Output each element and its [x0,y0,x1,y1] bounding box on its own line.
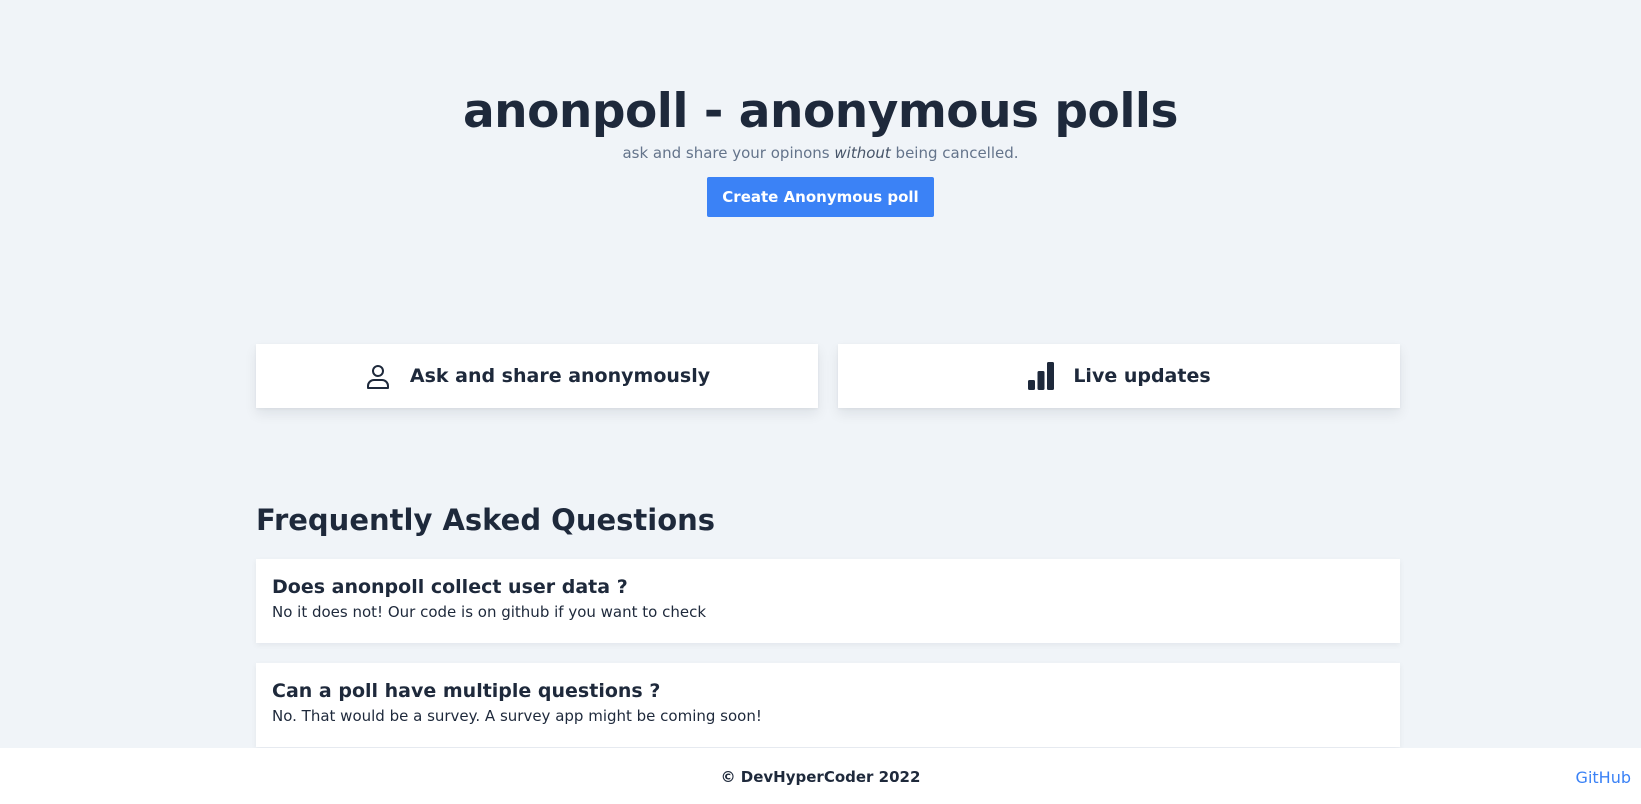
features-section: Ask and share anonymously Live updates [256,344,1400,408]
feature-card-live-updates: Live updates [838,344,1400,408]
subtitle-text-after: being cancelled. [890,144,1019,163]
subtitle-emphasis: without [834,144,891,163]
user-icon [364,362,392,390]
subtitle-text-before: ask and share your opinons [622,144,835,163]
faq-question: Does anonpoll collect user data ? [272,575,628,598]
feature-label-live-updates: Live updates [1073,365,1211,387]
bar-chart-icon [1027,362,1055,390]
faq-section: Frequently Asked Questions Does anonpoll… [256,503,1400,747]
hero-section: anonpoll - anonymous polls ask and share… [0,84,1641,217]
github-link[interactable]: GitHub [1576,768,1631,787]
faq-answer: No. That would be a survey. A survey app… [272,706,762,725]
page-subtitle: ask and share your opinons without being… [0,144,1641,164]
faq-item: Does anonpoll collect user data ? No it … [256,558,1400,643]
page-title: anonpoll - anonymous polls [462,84,1179,139]
feature-label-anonymous: Ask and share anonymously [409,365,711,387]
faq-list: Does anonpoll collect user data ? No it … [256,558,1400,747]
footer: © DevHyperCoder 2022 GitHub [0,748,1641,804]
faq-answer: No it does not! Our code is on github if… [272,602,707,621]
faq-heading: Frequently Asked Questions [256,503,716,537]
faq-question: Can a poll have multiple questions ? [272,679,661,702]
page: anonpoll - anonymous polls ask and share… [0,0,1641,804]
create-poll-button[interactable]: Create Anonymous poll [707,176,934,217]
feature-card-anonymous: Ask and share anonymously [256,344,818,408]
faq-item: Can a poll have multiple questions ? No.… [256,662,1400,747]
footer-copyright: © DevHyperCoder 2022 [720,768,921,786]
